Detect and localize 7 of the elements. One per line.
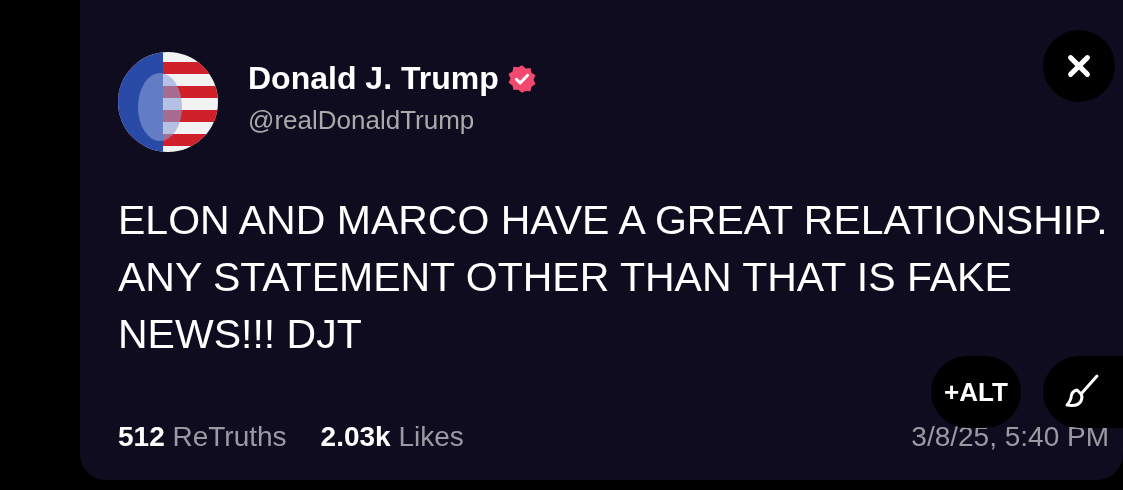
close-icon [1065, 52, 1093, 80]
author-handle[interactable]: @realDonaldTrump [248, 105, 537, 136]
stat-count[interactable]: 2.03k Likes [320, 421, 464, 453]
stat-count[interactable]: 512 ReTruths [118, 421, 287, 453]
post-text: ELON AND MARCO HAVE A GREAT RELATIONSHIP. ANY STATEMENT OTHER THAN THAT IS FAKE NEWS!!! DJT [118, 196, 1108, 359]
author-name: Donald J. Trump [248, 60, 499, 97]
edit-button[interactable] [1043, 356, 1123, 428]
